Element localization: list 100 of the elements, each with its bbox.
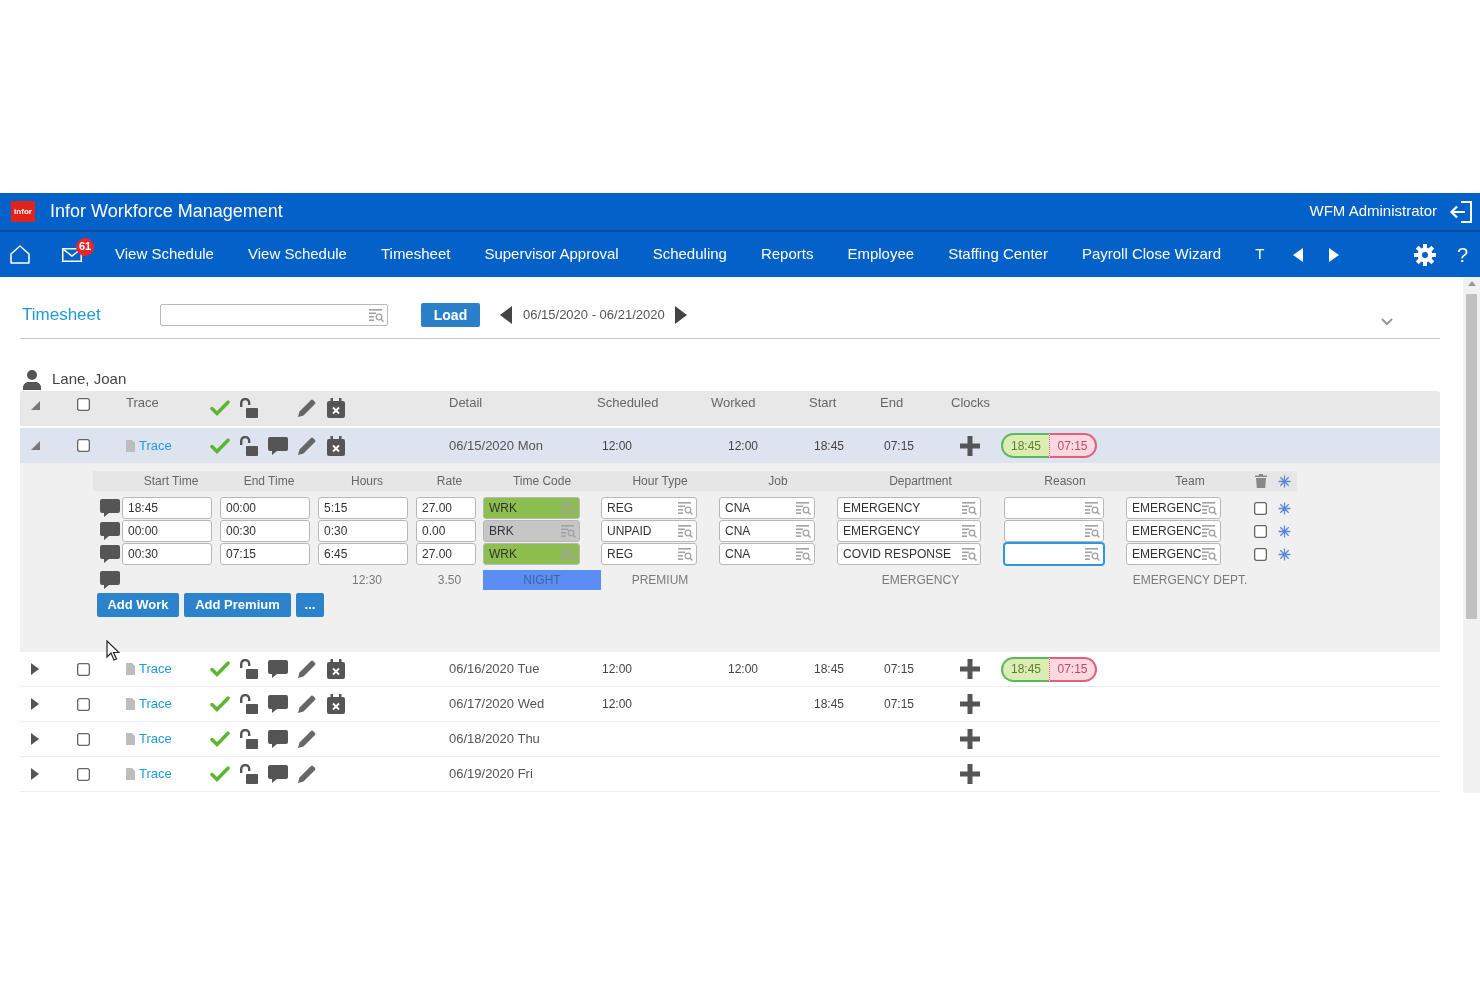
unlock-icon[interactable]: [239, 764, 258, 784]
nav-link[interactable]: Payroll Close Wizard: [1064, 232, 1239, 277]
asterisk-icon[interactable]: [1278, 474, 1291, 488]
comment-icon[interactable]: [100, 571, 120, 589]
action-button[interactable]: Add Premium: [184, 593, 291, 617]
input-field[interactable]: 00:00: [220, 497, 310, 519]
plus-icon[interactable]: [960, 764, 980, 784]
input-field[interactable]: 6:45: [318, 543, 408, 565]
comment-icon[interactable]: [100, 522, 120, 540]
input-field[interactable]: REG: [601, 497, 697, 519]
pencil-icon[interactable]: [297, 399, 316, 417]
input-field[interactable]: 00:00: [122, 520, 212, 542]
time-code-field[interactable]: BRK: [483, 520, 580, 542]
asterisk-icon[interactable]: [1278, 524, 1291, 538]
input-field[interactable]: CNA: [719, 520, 815, 542]
input-field[interactable]: 07:15: [220, 543, 310, 565]
home-icon[interactable]: [10, 245, 30, 264]
checkbox[interactable]: [1254, 524, 1267, 538]
check-icon[interactable]: [209, 731, 230, 747]
row-checkbox[interactable]: [77, 662, 90, 676]
pencil-icon[interactable]: [297, 660, 316, 678]
logout-icon[interactable]: [1449, 200, 1472, 223]
unlock-icon[interactable]: [239, 729, 258, 749]
plus-icon[interactable]: [960, 659, 980, 679]
triangle-icon[interactable]: [31, 768, 39, 780]
asterisk-icon[interactable]: [1278, 501, 1291, 515]
comment-icon[interactable]: [267, 765, 288, 783]
checkbox[interactable]: [1254, 501, 1267, 515]
action-button[interactable]: Add Work: [97, 593, 179, 617]
nav-link[interactable]: View Schedule: [230, 232, 364, 277]
input-field[interactable]: REG: [601, 543, 697, 565]
next-icon[interactable]: [1329, 247, 1340, 262]
chevron-down-icon[interactable]: [1381, 318, 1393, 326]
input-field[interactable]: EMERGENCY: [837, 497, 981, 519]
plus-icon[interactable]: [960, 435, 980, 456]
comment-icon[interactable]: [267, 436, 288, 455]
time-code-field[interactable]: WRK: [483, 543, 580, 565]
input-field[interactable]: 27.00: [416, 497, 476, 519]
pencil-icon[interactable]: [297, 436, 316, 455]
input-field[interactable]: EMERGENCY: [837, 520, 981, 542]
row-checkbox[interactable]: [77, 697, 90, 711]
input-field[interactable]: EMERGENC: [1126, 497, 1221, 519]
scrollbar[interactable]: [1463, 277, 1480, 793]
calendar-x-icon[interactable]: [326, 435, 345, 456]
plus-icon[interactable]: [960, 694, 980, 714]
row-checkbox[interactable]: [77, 439, 90, 452]
calendar-x-icon[interactable]: [326, 398, 345, 418]
comment-icon[interactable]: [267, 660, 288, 678]
plus-icon[interactable]: [960, 729, 980, 749]
unlock-icon[interactable]: [239, 435, 258, 456]
settings-icon[interactable]: [1413, 243, 1436, 266]
asterisk-icon[interactable]: [1278, 547, 1291, 561]
pencil-icon[interactable]: [297, 730, 316, 748]
load-button[interactable]: Load: [421, 303, 480, 327]
previous-icon[interactable]: [500, 306, 512, 324]
unlock-icon[interactable]: [239, 398, 258, 418]
triangle-icon[interactable]: [31, 733, 39, 745]
nav-link[interactable]: Timesheet: [363, 232, 468, 277]
time-code-field[interactable]: WRK: [483, 497, 580, 519]
nav-link[interactable]: Employee: [830, 232, 932, 277]
row-checkbox[interactable]: [77, 732, 90, 746]
nav-link[interactable]: Supervisor Approval: [467, 232, 636, 277]
check-icon[interactable]: [209, 696, 230, 712]
input-field[interactable]: EMERGENC: [1126, 543, 1221, 565]
input-field[interactable]: 00:30: [122, 543, 212, 565]
scrollbar-thumb[interactable]: [1466, 294, 1477, 619]
input-field[interactable]: 18:45: [122, 497, 212, 519]
triangle-icon[interactable]: [31, 698, 39, 710]
calendar-x-icon[interactable]: [326, 694, 345, 714]
triangle-icon[interactable]: [30, 441, 40, 450]
select-all-checkbox[interactable]: [77, 398, 90, 411]
check-icon[interactable]: [209, 766, 230, 782]
nav-link[interactable]: T: [1238, 232, 1282, 277]
search-field[interactable]: [160, 304, 388, 326]
row-checkbox[interactable]: [77, 767, 90, 781]
pencil-icon[interactable]: [297, 765, 316, 783]
help-button[interactable]: ?: [1456, 244, 1468, 265]
input-field[interactable]: 5:15: [318, 497, 408, 519]
next-icon[interactable]: [674, 306, 687, 324]
previous-icon[interactable]: [1293, 247, 1304, 262]
input-field[interactable]: EMERGENC: [1126, 520, 1221, 542]
check-icon[interactable]: [209, 661, 230, 677]
comment-icon[interactable]: [100, 499, 120, 517]
table-row[interactable]: Trace 06/15/2020 Mon 12:00 12:00 18:45 07:15 18:45 07:15: [20, 428, 1440, 463]
input-field[interactable]: CNA: [719, 543, 815, 565]
input-field[interactable]: 0.00: [416, 520, 476, 542]
input-field[interactable]: 27.00: [416, 543, 476, 565]
input-field[interactable]: 00:30: [220, 520, 310, 542]
comment-icon[interactable]: [267, 695, 288, 713]
calendar-x-icon[interactable]: [326, 659, 345, 679]
nav-link[interactable]: Reports: [743, 232, 831, 277]
input-field[interactable]: [1004, 520, 1104, 542]
nav-link[interactable]: Staffing Center: [931, 232, 1065, 277]
unlock-icon[interactable]: [239, 659, 258, 679]
triangle-icon[interactable]: [31, 663, 39, 675]
triangle-icon[interactable]: [30, 401, 40, 410]
check-icon[interactable]: [209, 400, 230, 416]
input-field[interactable]: COVID RESPONSE: [837, 543, 981, 565]
nav-link[interactable]: View Schedule: [98, 232, 231, 277]
input-field[interactable]: [1004, 497, 1104, 519]
